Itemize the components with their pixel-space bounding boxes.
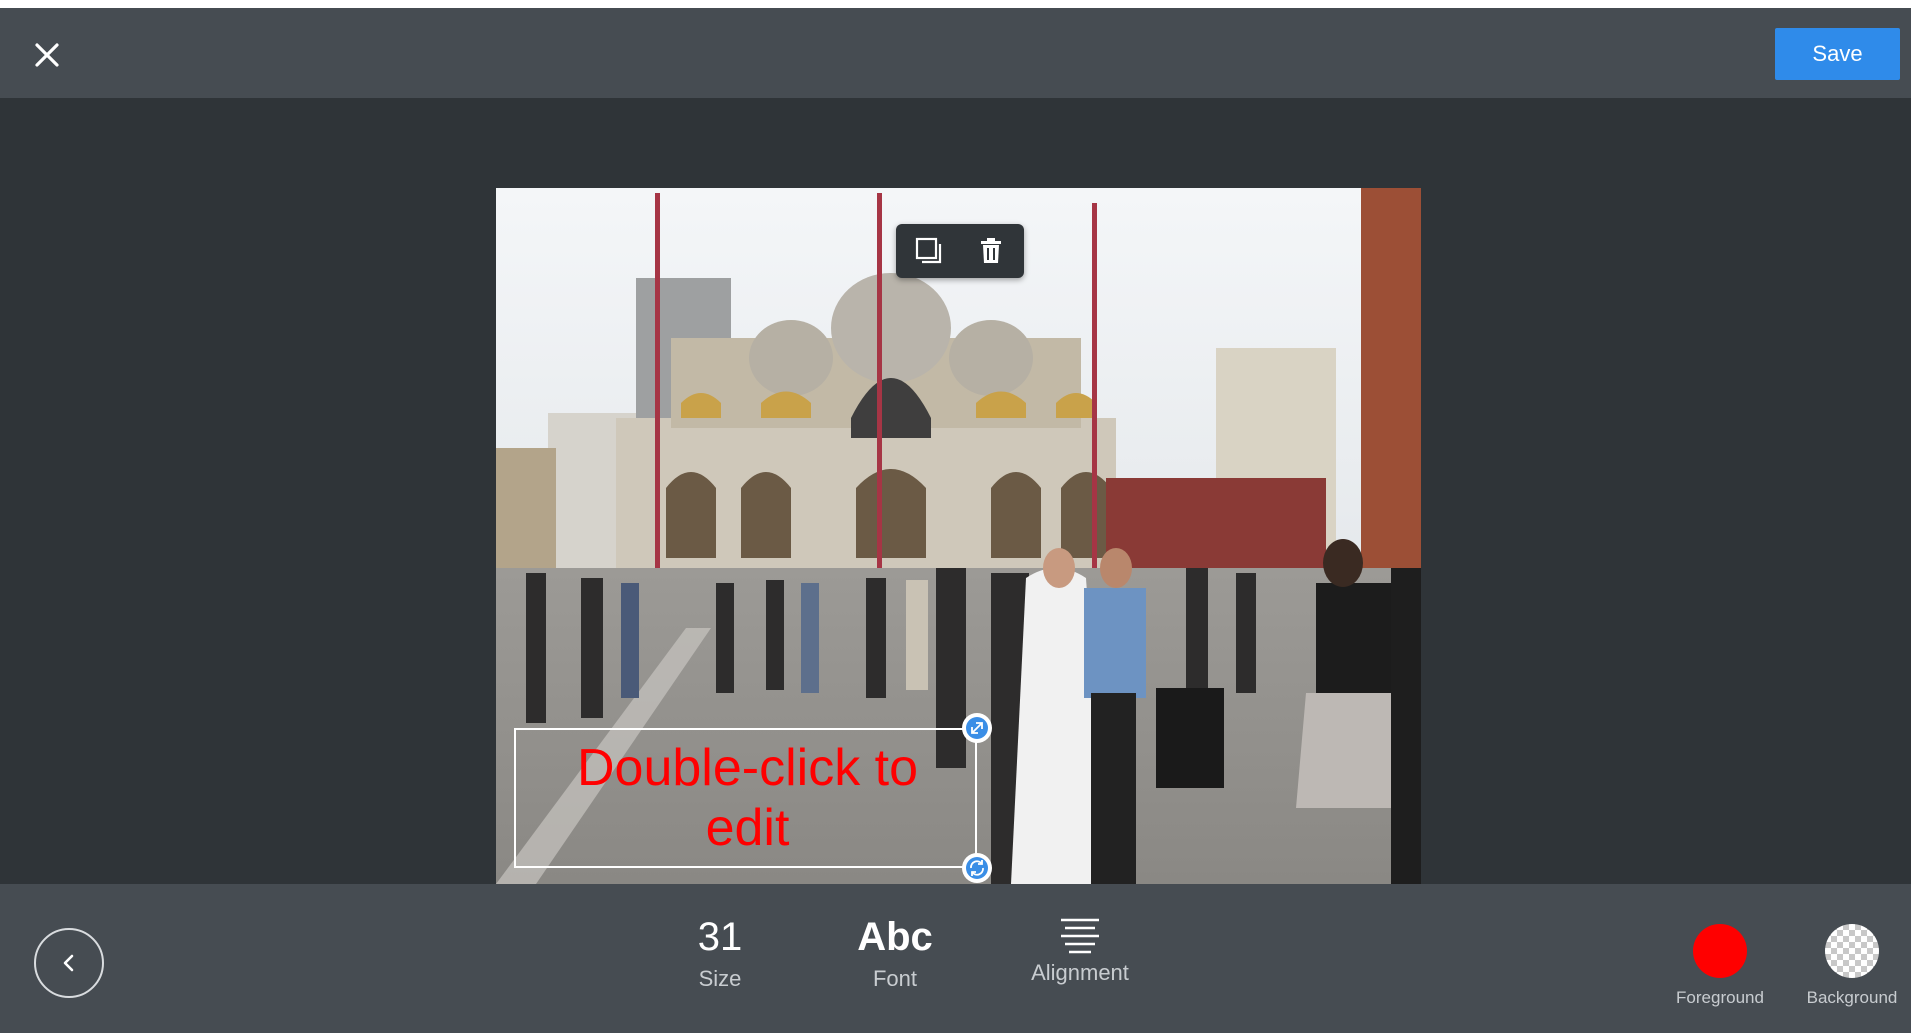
background-label: Background: [1806, 988, 1898, 1007]
alignment-control[interactable]: Alignment: [1010, 914, 1150, 1014]
resize-handle[interactable]: [962, 713, 992, 743]
close-icon: [35, 43, 59, 67]
size-value: 31: [697, 915, 743, 959]
rotate-handle-icon: [966, 857, 988, 879]
foreground-label: Foreground: [1676, 988, 1764, 1007]
foreground-swatch: [1693, 924, 1747, 978]
back-button[interactable]: [34, 928, 104, 998]
foreground-color-control[interactable]: Foreground: [1660, 924, 1780, 1008]
close-button[interactable]: [26, 34, 68, 76]
resize-handle-icon: [966, 717, 988, 739]
trash-icon: [981, 238, 1001, 263]
size-control[interactable]: 31 Size: [670, 914, 770, 1014]
text-box[interactable]: Double-click to edit: [514, 728, 977, 868]
align-center-icon: [1061, 918, 1099, 954]
rotate-handle[interactable]: [962, 853, 992, 883]
text-line-1: Double-click to: [576, 739, 919, 797]
font-control[interactable]: Abc Font: [840, 914, 950, 1014]
background-swatch: [1825, 924, 1879, 978]
text-line-2: edit: [705, 799, 790, 857]
font-value: Abc: [857, 915, 933, 959]
save-button[interactable]: Save: [1775, 28, 1900, 80]
duplicate-icon: [915, 237, 942, 264]
top-toolbar: Save: [0, 8, 1911, 98]
font-label: Font: [872, 966, 918, 991]
text-options-bar: 31 Size Abc Font Alignment Foreground Ba…: [0, 884, 1911, 1033]
duplicate-button[interactable]: [912, 234, 946, 268]
text-box-content[interactable]: Double-click to edit: [516, 738, 979, 858]
chevron-left-icon: [63, 954, 74, 972]
editor-app: Save Double-click to edit 31 Size Abc Fo…: [0, 8, 1911, 1033]
alignment-label: Alignment: [1031, 960, 1129, 985]
background-color-control[interactable]: Background: [1792, 924, 1911, 1008]
size-label: Size: [698, 966, 742, 991]
delete-button[interactable]: [974, 234, 1008, 268]
object-toolbar: [896, 224, 1024, 278]
